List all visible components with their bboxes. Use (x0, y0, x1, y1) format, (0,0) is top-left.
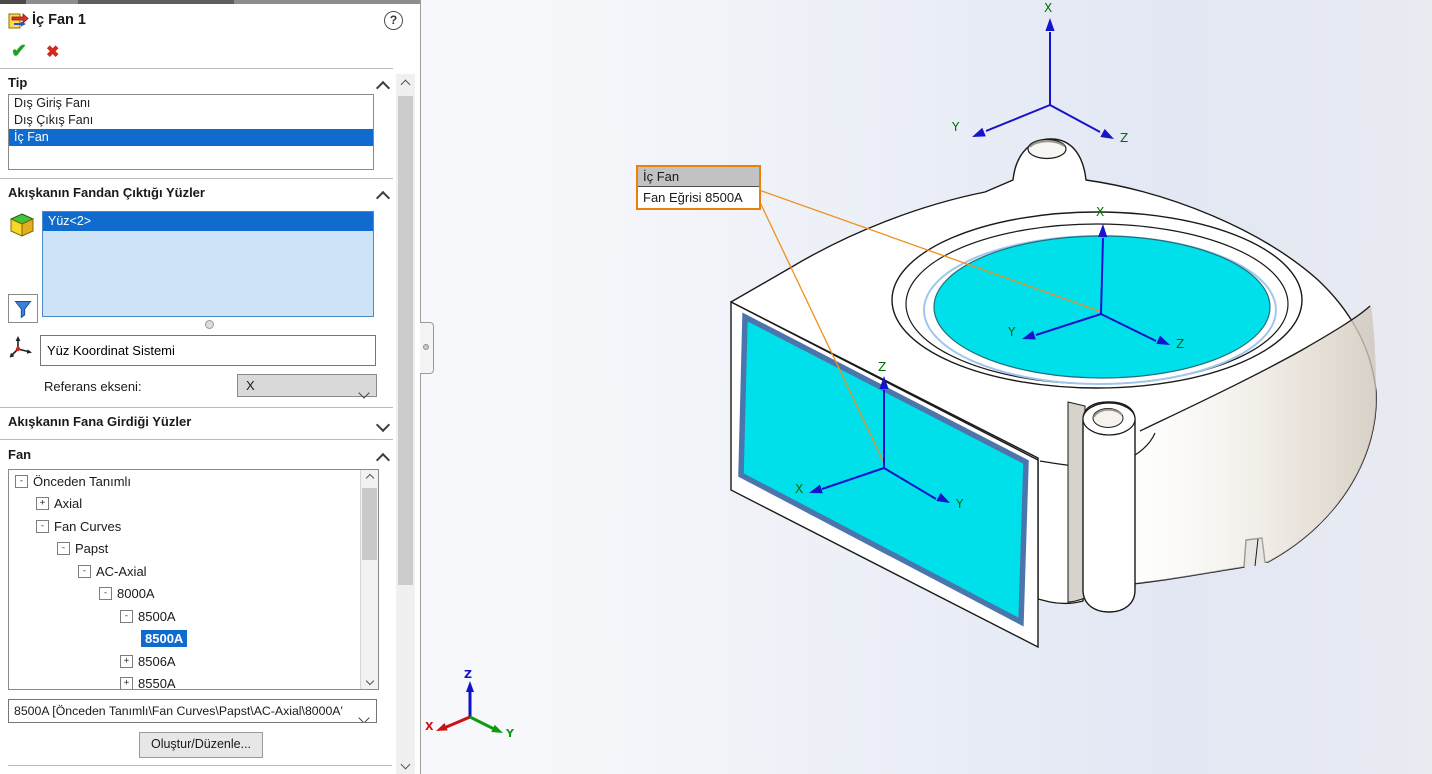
collapse-tip-icon[interactable] (378, 80, 388, 98)
tree-expand-icon[interactable]: + (120, 655, 133, 668)
tree-item[interactable]: +8550A (9, 673, 378, 691)
section-tip-title: Tip (8, 75, 27, 90)
fan-type-listbox: Dış Giriş Fanı Dış Çıkış Fanı İç Fan (8, 94, 374, 170)
panel-border (420, 0, 421, 774)
origin-x-label: X (425, 720, 434, 733)
axis-z-label: Z (1120, 131, 1128, 145)
outlet-faces-listbox: Yüz<2> (42, 211, 374, 317)
tree-expand-icon[interactable]: - (99, 587, 112, 600)
scroll-up-icon[interactable] (361, 470, 378, 486)
divider (8, 765, 392, 766)
tree-expand-icon[interactable]: - (36, 520, 49, 533)
list-item[interactable]: Dış Çıkış Fanı (9, 112, 373, 129)
collapse-outlet-icon[interactable] (378, 190, 388, 208)
origin-triad: Z X Y (425, 668, 515, 740)
panel-scrollbar[interactable] (396, 74, 415, 774)
tree-expand-icon[interactable]: - (120, 610, 133, 623)
cancel-button[interactable]: ✖ (46, 42, 59, 62)
tree-expand-icon[interactable]: + (120, 677, 133, 690)
divider (0, 178, 393, 179)
list-item-selected[interactable]: İç Fan (9, 129, 373, 146)
tree-item[interactable]: -AC-Axial (9, 560, 378, 583)
list-resize-grip[interactable] (205, 320, 214, 329)
coordinate-system-field[interactable] (40, 335, 376, 366)
fan-callout[interactable]: İç Fan Fan Eğrisi 8500A (636, 165, 761, 210)
tree-expand-icon[interactable]: - (15, 475, 28, 488)
reference-axis-dropdown[interactable]: X (237, 374, 377, 397)
reference-axis-value: X (246, 378, 255, 393)
origin-z-label: Z (464, 668, 472, 681)
create-edit-button[interactable]: Oluştur/Düzenle... (139, 732, 263, 758)
section-inlet-faces-title: Akışkanın Fana Girdiği Yüzler (8, 414, 191, 429)
axis-y-label: Y (1007, 325, 1016, 339)
axis-z-label: Z (878, 360, 886, 374)
section-fan-title: Fan (8, 447, 31, 462)
section-outlet-faces-title: Akışkanın Fandan Çıktığı Yüzler (8, 185, 205, 200)
divider (0, 407, 393, 408)
axis-x-label: X (1044, 1, 1052, 15)
chevron-down-icon (360, 382, 368, 404)
collapse-fan-icon[interactable] (378, 452, 388, 470)
origin-y-label: Y (505, 727, 515, 740)
panel-header: İç Fan 1 ? (0, 6, 420, 36)
panel-splitter-handle[interactable] (420, 322, 434, 374)
filter-icon (13, 299, 33, 319)
tree-item-selected[interactable]: 8500A (9, 628, 378, 651)
tree-item[interactable]: -Papst (9, 538, 378, 561)
panel-tab-strip (0, 0, 420, 4)
fan-tree: -Önceden Tanımlı +Axial -Fan Curves -Pap… (8, 469, 379, 690)
scroll-down-icon[interactable] (361, 673, 378, 689)
tree-item[interactable]: -Önceden Tanımlı (9, 470, 378, 493)
property-manager-panel: İç Fan 1 ? ✔ ✖ Tip Dış Giriş Fanı Dış Çı… (0, 0, 420, 774)
axis-z-label: Z (1176, 337, 1184, 351)
axis-x-label: X (795, 482, 803, 496)
ok-button[interactable]: ✔ (11, 40, 27, 63)
tree-expand-icon[interactable]: - (78, 565, 91, 578)
expand-inlet-icon[interactable] (378, 417, 388, 435)
tree-expand-icon[interactable]: + (36, 497, 49, 510)
axis-y-label: Y (955, 497, 964, 511)
selected-fan-dropdown[interactable]: 8500A [Önceden Tanımlı\Fan Curves\Papst\… (8, 699, 377, 723)
tree-item[interactable]: -8000A (9, 583, 378, 606)
tree-item[interactable]: +Axial (9, 493, 378, 516)
tree-item[interactable]: -8500A (9, 605, 378, 628)
tree-item[interactable]: -Fan Curves (9, 515, 378, 538)
page-title: İç Fan 1 (32, 12, 86, 28)
help-icon[interactable]: ? (384, 11, 403, 30)
selected-fan-value: 8500A [Önceden Tanımlı\Fan Curves\Papst\… (14, 704, 343, 718)
graphics-viewport[interactable]: X Y Z X Y Z (421, 0, 1432, 774)
tree-item[interactable]: +8506A (9, 650, 378, 673)
divider (0, 68, 393, 69)
coordinate-system-icon (8, 335, 34, 366)
divider (0, 439, 393, 440)
face-selection-icon (9, 212, 35, 243)
global-axis-triad: X Y Z (951, 1, 1128, 145)
scroll-up-icon[interactable] (396, 74, 415, 94)
list-item[interactable]: Dış Giriş Fanı (9, 95, 373, 112)
callout-fan-curve: Fan Eğrisi 8500A (638, 187, 759, 208)
callout-title: İç Fan (638, 167, 759, 187)
fan-feature-icon (8, 10, 29, 36)
reference-axis-label: Referans ekseni: (44, 379, 142, 394)
axis-x-label: X (1096, 205, 1104, 219)
panel-scroll-thumb[interactable] (398, 96, 413, 585)
axis-y-label: Y (951, 120, 960, 134)
filter-button[interactable] (8, 294, 38, 323)
scroll-down-icon[interactable] (396, 754, 415, 774)
tree-scroll-thumb[interactable] (362, 488, 377, 560)
tree-expand-icon[interactable]: - (57, 542, 70, 555)
tree-scrollbar[interactable] (360, 470, 378, 689)
grip-dot-icon (423, 344, 429, 350)
selected-face-item[interactable]: Yüz<2> (43, 212, 373, 231)
solidworks-fan-dialog: İç Fan 1 ? ✔ ✖ Tip Dış Giriş Fanı Dış Çı… (0, 0, 1432, 774)
chevron-down-icon (360, 707, 368, 723)
